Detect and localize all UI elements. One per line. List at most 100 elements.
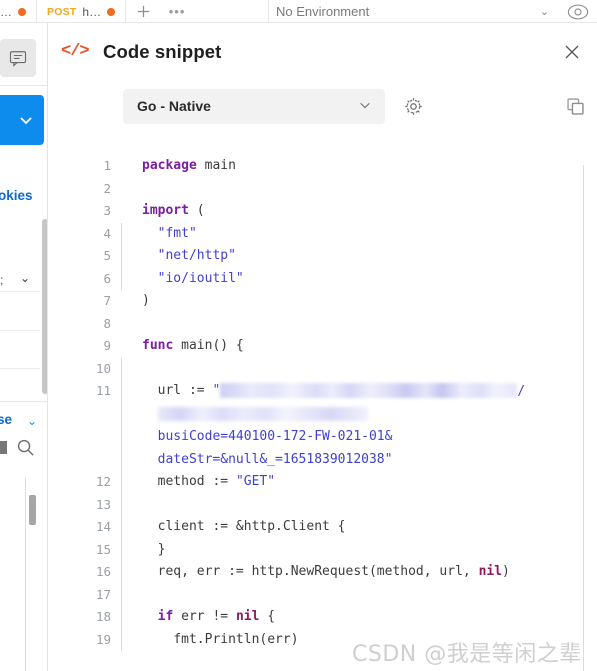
unsaved-dot-icon	[18, 7, 26, 16]
code-line-text: func main() {	[122, 335, 597, 358]
chevron-down-icon[interactable]: ⌄	[540, 5, 549, 18]
indent-guide	[121, 357, 122, 380]
indent-guide	[121, 583, 122, 606]
code-line: 11 url := " / busiCode=440100-172-FW-021-…	[49, 380, 597, 471]
cookies-link[interactable]: okies	[0, 188, 33, 203]
line-number: 14	[95, 519, 111, 534]
code-line: 7)	[49, 290, 597, 313]
code-line: 10	[49, 357, 597, 380]
send-button[interactable]	[0, 95, 44, 145]
chevron-down-icon	[358, 98, 372, 115]
environment-selector-label[interactable]: No Environment	[276, 4, 540, 19]
line-number: 9	[103, 338, 111, 353]
table-row-divider	[0, 368, 40, 369]
code-line-text: }	[122, 539, 597, 562]
request-tab-2[interactable]: POST h…	[37, 0, 127, 23]
snippet-settings-button[interactable]	[400, 93, 426, 119]
code-line: 18 if err != nil {	[49, 606, 597, 629]
new-tab-button[interactable]	[126, 0, 160, 23]
code-token: package	[142, 158, 197, 173]
code-line: 1 package main	[49, 155, 597, 178]
line-number: 12	[95, 474, 111, 489]
chevron-down-icon[interactable]: ⌄	[20, 271, 30, 285]
chevron-down-icon[interactable]: ⌄	[27, 414, 37, 428]
redacted-url-blur-segment	[220, 383, 518, 398]
language-select-value: Go - Native	[137, 98, 211, 114]
topbar-divider	[268, 0, 269, 23]
code-snippet-panel: </> Code snippet Go - Native 1 package m…	[49, 23, 597, 671]
line-number: 19	[95, 631, 111, 647]
environment-area: No Environment ⌄	[276, 0, 597, 23]
unsaved-dot-icon	[107, 7, 116, 16]
line-number: 7	[103, 293, 111, 308]
eye-icon	[567, 4, 589, 19]
code-token: dateStr=&null&_=1651839012038"	[157, 451, 393, 467]
code-snippet-toolbar: Go - Native	[49, 80, 597, 132]
toolbar-icon-fragment[interactable]	[0, 441, 7, 454]
search-icon	[17, 439, 34, 456]
line-number: 10	[95, 360, 111, 376]
code-line-text: req, err := http.NewRequest(method, url,…	[122, 561, 597, 584]
code-token: url :=	[142, 383, 213, 398]
code-line-text: method := "GET"	[122, 471, 597, 494]
line-number: 18	[95, 609, 111, 624]
code-lines-container: 1 package main 2 3 import (4 "fmt" 5 "net/htt…	[49, 155, 597, 651]
code-token: if	[157, 609, 174, 624]
request-tab-1-label: …	[0, 4, 12, 19]
code-token: (	[188, 203, 205, 218]
code-editor[interactable]: 1 package main 2 3 import (4 "fmt" 5 "net/htt…	[49, 155, 597, 671]
code-line-text: "fmt"	[122, 223, 597, 246]
gear-icon	[404, 97, 422, 115]
chevron-down-icon	[20, 117, 32, 125]
code-token: )	[142, 293, 150, 308]
code-snippet-header: </> Code snippet	[49, 23, 597, 80]
indent-guide	[121, 178, 122, 201]
tab-overflow-button[interactable]: •••	[160, 0, 194, 23]
table-row-divider	[0, 330, 40, 331]
language-select[interactable]: Go - Native	[123, 88, 385, 124]
panel-scrollbar[interactable]	[42, 219, 47, 394]
code-line: 13	[49, 493, 597, 516]
code-token: fmt.Println(err)	[142, 631, 299, 647]
request-tab-2-label: h…	[82, 4, 102, 19]
code-line: 15 }	[49, 538, 597, 562]
indent-guide	[121, 313, 122, 336]
response-scrollbar-thumb[interactable]	[29, 495, 36, 525]
line-number: 3	[103, 203, 111, 218]
close-button[interactable]	[559, 39, 585, 65]
line-number: 11	[95, 383, 111, 398]
code-line: 14 client := &http.Client {	[49, 516, 597, 539]
code-token: main() {	[173, 338, 244, 353]
url-wrap-slash: /	[517, 384, 526, 399]
code-token: nil	[235, 609, 260, 624]
code-line-text: package main	[122, 155, 597, 178]
comment-icon	[9, 51, 27, 67]
search-button[interactable]	[16, 438, 35, 462]
code-line-text: )	[122, 290, 597, 313]
environment-quick-look-button[interactable]	[567, 1, 589, 23]
redacted-url-blur: /	[220, 380, 525, 404]
code-token: nil	[478, 564, 503, 579]
page-title: Code snippet	[103, 40, 222, 62]
request-tab-1[interactable]: …	[0, 0, 37, 23]
code-token: "fmt"	[157, 225, 197, 241]
line-number: 1	[103, 158, 111, 173]
line-number: 13	[95, 496, 111, 512]
code-line: 5 "net/http"	[49, 245, 597, 268]
code-line: 12 method := "GET"	[49, 471, 597, 494]
copy-to-clipboard-button[interactable]	[562, 93, 588, 119]
line-number: 6	[103, 270, 111, 286]
code-line: 3 import (	[49, 200, 597, 223]
code-token: "	[212, 383, 221, 398]
chevron-down-glyph	[360, 102, 370, 108]
app-root: … POST h… ••• No Environment ⌄ okies ; ⌄…	[0, 0, 597, 671]
code-token: err !=	[173, 609, 236, 624]
comments-button[interactable]	[0, 39, 36, 77]
code-line-text: fmt.Println(err)	[122, 629, 597, 652]
response-body-tab[interactable]: se	[0, 412, 12, 427]
tab-strip: … POST h… •••	[0, 0, 194, 23]
code-token: main	[196, 158, 236, 173]
